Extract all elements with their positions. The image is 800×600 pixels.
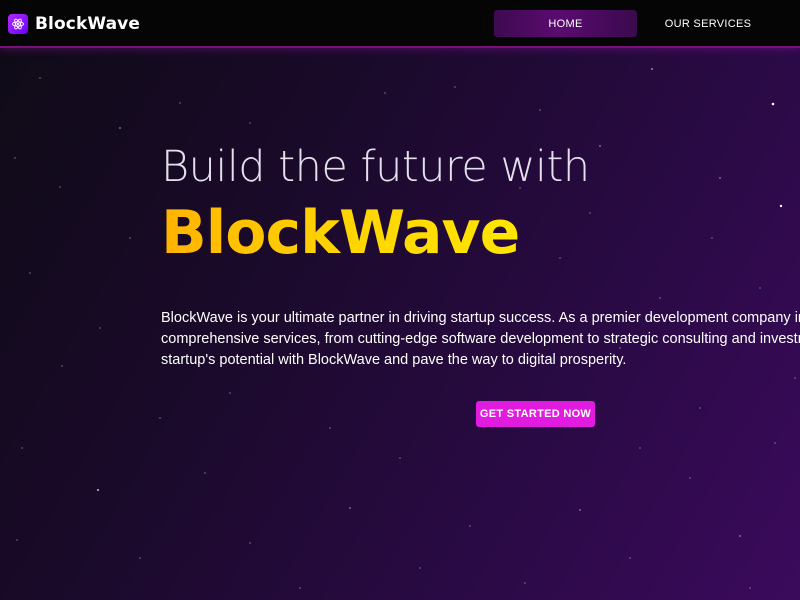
site-header: BlockWave HOME OUR SERVICES — [0, 0, 800, 48]
hero-section: Build the future with BlockWave BlockWav… — [0, 0, 800, 600]
hero-title-brand: BlockWave — [161, 198, 520, 268]
atom-icon — [8, 14, 28, 34]
nav-item-home[interactable]: HOME — [494, 10, 637, 37]
nav-item-our-services[interactable]: OUR SERVICES — [637, 10, 779, 37]
get-started-button[interactable]: GET STARTED NOW — [476, 401, 595, 427]
brand-name: BlockWave — [35, 14, 140, 34]
hero-title-line1: Build the future with — [161, 142, 590, 192]
landing-page: BlockWave HOME OUR SERVICES Build the fu… — [0, 0, 800, 600]
hero-description: BlockWave is your ultimate partner in dr… — [161, 308, 800, 371]
main-nav: HOME OUR SERVICES — [494, 10, 779, 38]
hero-description-line: BlockWave is your ultimate partner in dr… — [161, 310, 800, 326]
brand[interactable]: BlockWave — [8, 12, 140, 36]
hero-description-line: comprehensive services, from cutting-edg… — [161, 331, 800, 347]
hero-description-line: startup's potential with BlockWave and p… — [161, 352, 627, 368]
